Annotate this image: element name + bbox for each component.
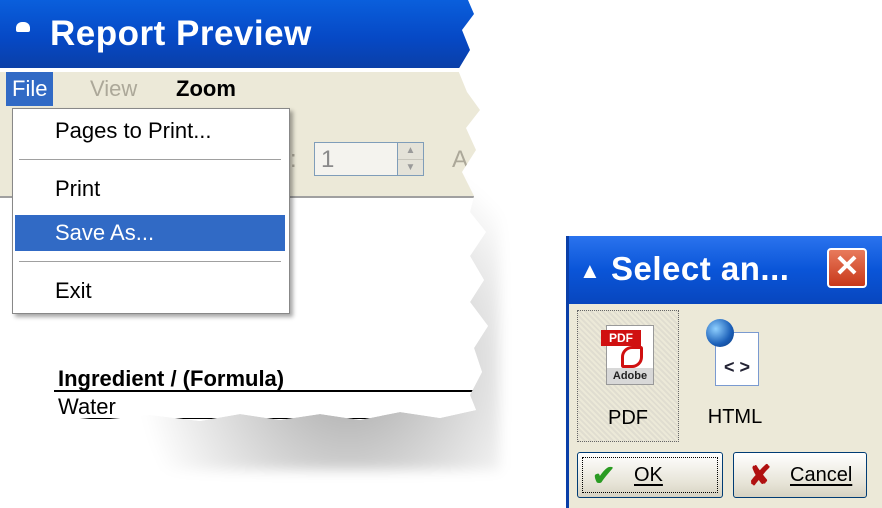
menu-bar: File View Zoom [0, 72, 488, 106]
ok-button[interactable]: ✔ OK [577, 452, 723, 498]
pdf-file-icon: PDF Adobe [601, 325, 654, 385]
menu-view[interactable]: View [84, 72, 143, 106]
cancel-button[interactable]: ✘ Cancel [733, 452, 867, 498]
select-format-dialog: ▲ Select an... ✕ PDF Adobe PDF < > HTML … [566, 236, 882, 508]
html-file-icon: < > [706, 319, 759, 386]
spin-up-icon[interactable]: ▲ [398, 143, 423, 160]
file-menu-dropdown: Pages to Print... Print Save As... Exit [12, 108, 290, 314]
adobe-label: Adobe [607, 368, 653, 384]
cancel-label: Cancel [790, 464, 853, 486]
option-pdf[interactable]: PDF Adobe PDF [577, 310, 679, 442]
menu-separator [19, 261, 281, 263]
spin-down-icon[interactable]: ▼ [398, 160, 423, 176]
report-preview-window: Report Preview File View Zoom : 1 ▲ ▼ A … [0, 0, 488, 421]
menu-zoom[interactable]: Zoom [170, 72, 242, 106]
menu-item-print[interactable]: Print [15, 171, 285, 207]
app-icon [16, 22, 30, 32]
dialog-title-bar: ▲ Select an... ✕ [569, 236, 882, 304]
option-label: PDF [608, 407, 648, 429]
checkmark-icon: ✔ [592, 460, 616, 491]
pdf-badge: PDF [601, 330, 641, 346]
page-label-fragment: : [290, 146, 297, 173]
delta-icon: ▲ [579, 258, 601, 283]
page-spinner[interactable]: ▲ ▼ [398, 142, 424, 176]
page-number-input[interactable]: 1 [314, 142, 398, 176]
menu-item-save-as[interactable]: Save As... [15, 215, 285, 251]
option-html[interactable]: < > HTML [685, 310, 785, 440]
header-divider [54, 390, 474, 392]
menu-item-exit[interactable]: Exit [15, 273, 285, 309]
title-bar: Report Preview [0, 0, 488, 68]
x-icon: ✘ [748, 460, 772, 491]
menu-item-pages-to-print[interactable]: Pages to Print... [15, 113, 285, 149]
dialog-title: Select an... [611, 250, 790, 287]
option-label: HTML [707, 406, 763, 428]
globe-icon [706, 319, 734, 347]
ok-label: OK [634, 464, 663, 486]
close-icon[interactable]: ✕ [827, 248, 867, 288]
code-brackets-icon: < > [723, 357, 751, 377]
menu-separator [19, 159, 281, 161]
window-title: Report Preview [50, 14, 312, 53]
format-list: PDF Adobe PDF < > HTML [573, 310, 882, 450]
acrobat-swoosh-icon [621, 346, 643, 368]
column-header: Ingredient / (Formula) [58, 366, 285, 391]
menu-file[interactable]: File [6, 72, 54, 106]
table-row: Water [58, 394, 116, 419]
